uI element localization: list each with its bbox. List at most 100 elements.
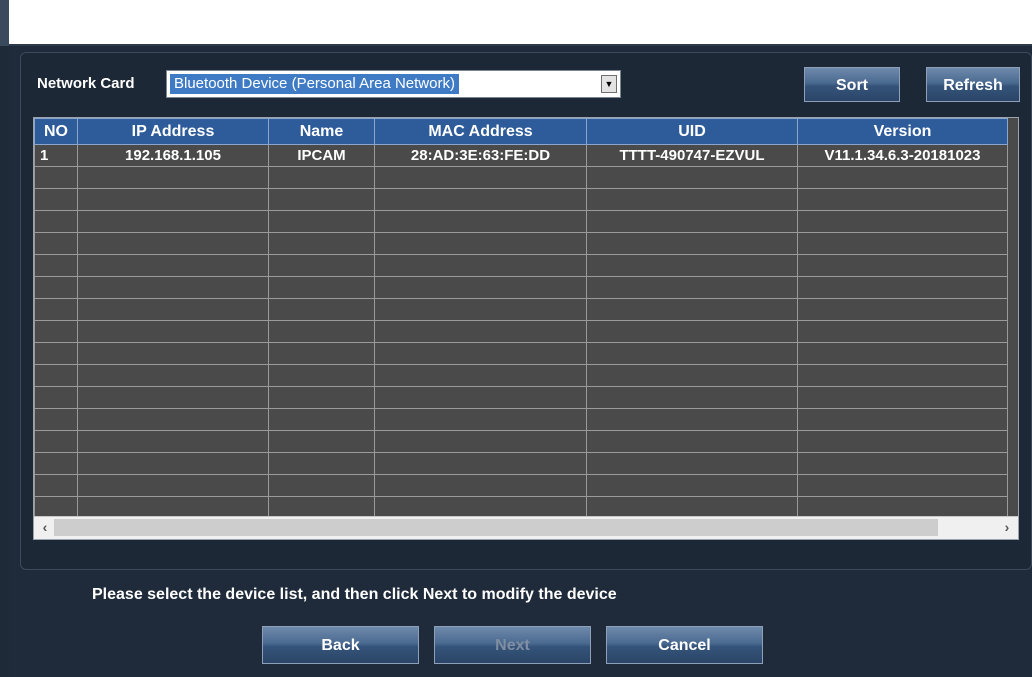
empty-cell (34, 254, 78, 277)
empty-cell (374, 188, 587, 211)
empty-table-row[interactable] (34, 320, 1008, 343)
network-card-selected-value: Bluetooth Device (Personal Area Network) (169, 73, 460, 95)
empty-cell (797, 298, 1008, 321)
empty-cell (374, 430, 587, 453)
column-header-no[interactable]: NO (34, 118, 78, 145)
chevron-right-icon[interactable]: › (998, 519, 1016, 536)
empty-cell (586, 364, 798, 387)
empty-cell (797, 474, 1008, 497)
empty-table-row[interactable] (34, 188, 1008, 211)
empty-cell (268, 430, 375, 453)
empty-cell (586, 188, 798, 211)
empty-table-row[interactable] (34, 232, 1008, 255)
empty-cell (586, 386, 798, 409)
empty-cell (586, 210, 798, 233)
empty-table-row[interactable] (34, 210, 1008, 233)
empty-cell (77, 276, 269, 299)
empty-table-row[interactable] (34, 386, 1008, 409)
empty-table-row[interactable] (34, 452, 1008, 475)
empty-cell (77, 474, 269, 497)
cell-ip-address: 192.168.1.105 (77, 144, 269, 167)
window-edge-lower (0, 46, 9, 677)
empty-cell (77, 320, 269, 343)
back-button[interactable]: Back (262, 626, 419, 664)
table-row[interactable]: 1 192.168.1.105 IPCAM 28:AD:3E:63:FE:DD … (34, 144, 1008, 167)
column-header-version[interactable]: Version (797, 118, 1008, 145)
empty-cell (34, 408, 78, 431)
empty-cell (374, 452, 587, 475)
next-button[interactable]: Next (434, 626, 591, 664)
empty-cell (77, 254, 269, 277)
empty-cell (797, 342, 1008, 365)
column-header-uid[interactable]: UID (586, 118, 798, 145)
empty-cell (34, 232, 78, 255)
empty-cell (586, 232, 798, 255)
instruction-text: Please select the device list, and then … (92, 586, 617, 603)
empty-cell (797, 430, 1008, 453)
empty-cell (797, 386, 1008, 409)
empty-cell (268, 188, 375, 211)
empty-cell (268, 210, 375, 233)
empty-cell (586, 408, 798, 431)
empty-cell (268, 298, 375, 321)
cell-name: IPCAM (268, 144, 375, 167)
scrollbar-thumb[interactable] (54, 519, 938, 536)
empty-cell (268, 452, 375, 475)
empty-cell (77, 188, 269, 211)
empty-cell (77, 298, 269, 321)
table-header-row: NO IP Address Name MAC Address UID Versi… (34, 118, 1008, 145)
empty-cell (586, 430, 798, 453)
device-table[interactable]: NO IP Address Name MAC Address UID Versi… (33, 117, 1019, 540)
empty-cell (797, 254, 1008, 277)
empty-cell (797, 408, 1008, 431)
empty-table-row[interactable] (34, 474, 1008, 497)
empty-table-row[interactable] (34, 298, 1008, 321)
chevron-left-icon[interactable]: ‹ (36, 519, 54, 536)
empty-table-row[interactable] (34, 254, 1008, 277)
empty-table-row[interactable] (34, 408, 1008, 431)
empty-cell (77, 452, 269, 475)
empty-cell (34, 342, 78, 365)
empty-cell (34, 430, 78, 453)
empty-cell (797, 166, 1008, 189)
empty-cell (268, 320, 375, 343)
empty-cell (77, 166, 269, 189)
sort-button[interactable]: Sort (804, 67, 900, 102)
empty-cell (34, 210, 78, 233)
column-header-mac-address[interactable]: MAC Address (374, 118, 587, 145)
cell-mac-address: 28:AD:3E:63:FE:DD (374, 144, 587, 167)
empty-cell (77, 342, 269, 365)
empty-cell (77, 210, 269, 233)
chevron-down-icon[interactable]: ▼ (601, 75, 617, 93)
empty-cell (586, 342, 798, 365)
device-grid: NO IP Address Name MAC Address UID Versi… (34, 118, 1008, 519)
empty-table-row[interactable] (34, 276, 1008, 299)
empty-cell (34, 320, 78, 343)
title-area (0, 0, 1032, 44)
empty-table-row[interactable] (34, 342, 1008, 365)
network-card-select[interactable]: Bluetooth Device (Personal Area Network)… (166, 70, 621, 98)
refresh-button[interactable]: Refresh (926, 67, 1020, 102)
empty-cell (268, 386, 375, 409)
cancel-button[interactable]: Cancel (606, 626, 763, 664)
empty-table-row[interactable] (34, 166, 1008, 189)
empty-cell (374, 408, 587, 431)
column-header-ip-address[interactable]: IP Address (77, 118, 269, 145)
column-header-name[interactable]: Name (268, 118, 375, 145)
empty-table-row[interactable] (34, 364, 1008, 387)
empty-table-row[interactable] (34, 430, 1008, 453)
empty-cell (268, 166, 375, 189)
horizontal-scrollbar[interactable]: ‹ › (34, 516, 1018, 539)
empty-cell (374, 474, 587, 497)
empty-cell (586, 474, 798, 497)
empty-cell (34, 276, 78, 299)
empty-cell (268, 342, 375, 365)
empty-cell (586, 452, 798, 475)
cell-no: 1 (34, 144, 78, 167)
empty-cell (586, 254, 798, 277)
empty-cell (586, 276, 798, 299)
empty-cell (374, 254, 587, 277)
empty-cell (268, 364, 375, 387)
empty-cell (797, 320, 1008, 343)
empty-cell (374, 320, 587, 343)
